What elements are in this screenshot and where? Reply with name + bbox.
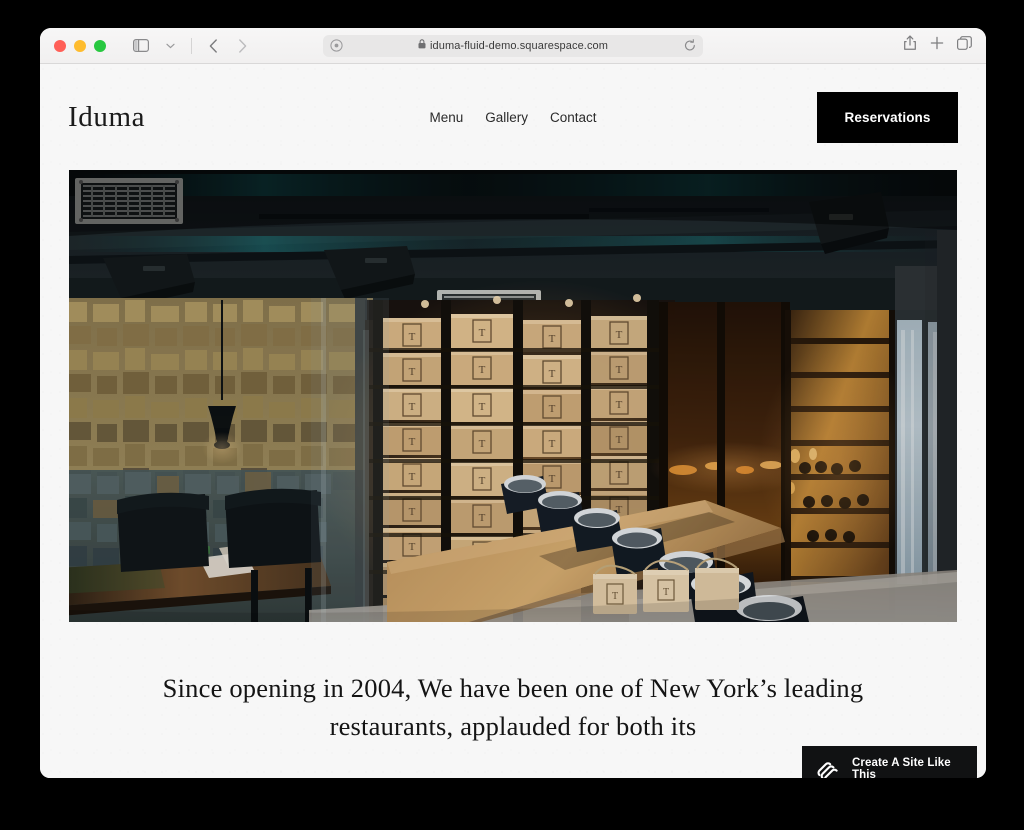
share-icon[interactable] (903, 35, 917, 56)
nav-item-gallery[interactable]: Gallery (485, 110, 528, 125)
nav-item-menu[interactable]: Menu (429, 110, 463, 125)
browser-toolbar: iduma-fluid-demo.squarespace.com (40, 28, 986, 64)
badge-title: Create A Site Like This (852, 757, 951, 778)
new-tab-icon[interactable] (930, 36, 944, 55)
about-text: Since opening in 2004, We have been one … (162, 673, 864, 741)
url-text-group: iduma-fluid-demo.squarespace.com (323, 39, 703, 52)
nav-item-contact[interactable]: Contact (550, 110, 597, 125)
address-field[interactable]: iduma-fluid-demo.squarespace.com (323, 34, 703, 57)
reservations-button[interactable]: Reservations (817, 91, 958, 143)
zoom-window-button[interactable] (94, 39, 106, 52)
window-controls (40, 39, 106, 52)
page-viewport: Iduma Menu Gallery Contact Reservations (40, 64, 986, 778)
privacy-report-icon[interactable] (330, 39, 343, 52)
hero-image: TTT TTT TT TTT TTT TT TTT TTT TT TTT TTT (69, 170, 957, 622)
lock-icon (418, 39, 426, 52)
forward-button[interactable] (229, 34, 255, 58)
reload-icon[interactable] (684, 39, 696, 52)
address-bar[interactable]: iduma-fluid-demo.squarespace.com (323, 34, 703, 57)
site-logo[interactable]: Iduma (68, 101, 145, 134)
tab-overview-icon[interactable] (957, 36, 972, 55)
browser-window: iduma-fluid-demo.squarespace.com Iduma M… (40, 28, 986, 778)
minimize-window-button[interactable] (74, 39, 86, 52)
squarespace-logo-icon (815, 760, 841, 778)
chevron-down-icon[interactable] (157, 34, 183, 58)
squarespace-badge[interactable]: Create A Site Like This Free trial. Inst… (802, 746, 977, 778)
toolbar-right-actions (903, 35, 972, 56)
site-header: Iduma Menu Gallery Contact Reservations (40, 64, 986, 170)
sidebar-icon[interactable] (128, 34, 154, 58)
back-button[interactable] (200, 34, 226, 58)
url-text: iduma-fluid-demo.squarespace.com (429, 39, 609, 52)
navigation-controls (106, 34, 255, 58)
hero-illustration: TTT TTT TT TTT TTT TT TTT TTT TT TTT TTT (69, 170, 957, 622)
badge-text-group: Create A Site Like This Free trial. Inst… (852, 757, 977, 778)
close-window-button[interactable] (54, 39, 66, 52)
toolbar-divider (191, 37, 192, 54)
